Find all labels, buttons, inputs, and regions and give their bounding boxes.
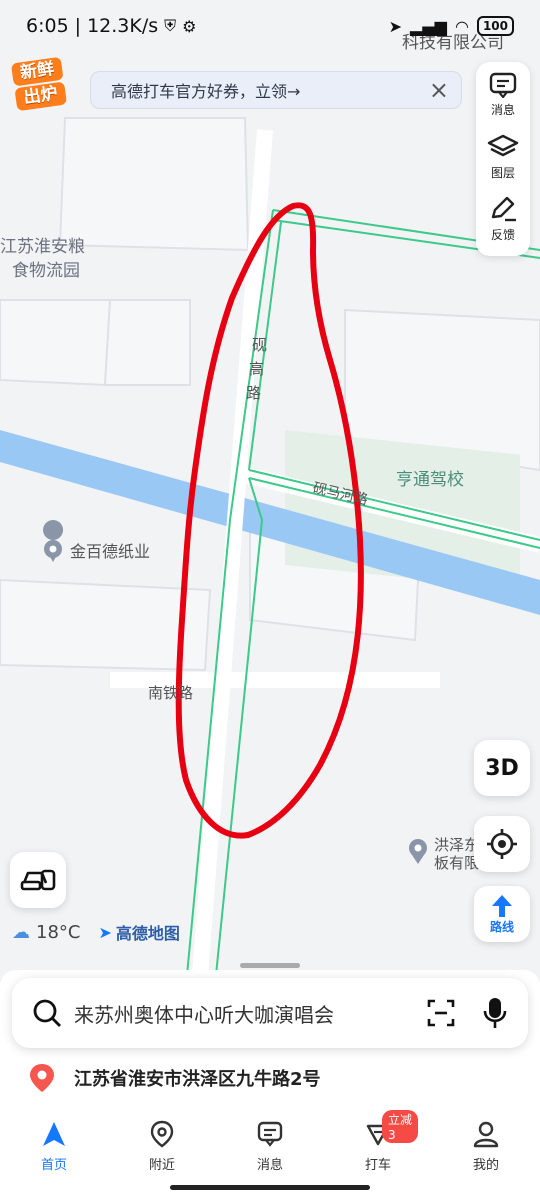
scan-icon[interactable]	[426, 998, 456, 1028]
message-label: 消息	[490, 103, 515, 117]
bottom-tab-bar: 首页 附近 消息 立减3 打车 我的	[0, 1110, 540, 1180]
layers-button[interactable]: 图层	[476, 133, 530, 194]
map-label-paper-company: 金百德纸业	[70, 542, 150, 561]
taxi-discount-badge: 立减3	[382, 1110, 418, 1143]
tab-profile[interactable]: 我的	[446, 1110, 526, 1180]
tab-messages[interactable]: 消息	[230, 1110, 310, 1180]
message-icon	[489, 72, 517, 98]
sheet-drag-handle[interactable]	[240, 963, 300, 968]
weather-cloud-icon: ☁	[12, 921, 30, 943]
map-label-warehouse-2: 食物流园	[12, 261, 80, 281]
map-label-poi-bottom-1: 洪泽东	[434, 836, 479, 854]
tab-nearby-label: 附近	[148, 1158, 175, 1173]
layers-icon	[487, 135, 519, 157]
tab-profile-label: 我的	[472, 1158, 499, 1173]
message-button[interactable]: 消息	[476, 72, 530, 133]
message-bubble-icon	[257, 1121, 283, 1147]
map-label-nanzhan-road: 南铁路	[148, 684, 193, 702]
microphone-icon[interactable]	[482, 996, 508, 1030]
tab-home-label: 首页	[40, 1158, 67, 1173]
status-bar: 6:05 | 12.3K/s ⛨ ⚙ ➤ ▂▄▆ ◠ 100	[0, 0, 540, 52]
coupon-banner-text: 高德打车官方好券，立领→	[111, 82, 301, 101]
tab-home[interactable]: 首页	[14, 1110, 94, 1180]
tab-messages-label: 消息	[256, 1158, 283, 1173]
crosshair-icon	[487, 829, 517, 859]
tab-taxi-label: 打车	[364, 1158, 391, 1173]
current-address-text: 江苏省淮安市洪泽区九牛路2号	[74, 1069, 321, 1090]
signal-icon: ▂▄▆	[410, 16, 447, 36]
user-icon	[473, 1121, 499, 1148]
map-label-driving-school: 亨通驾校	[396, 470, 464, 490]
close-icon[interactable]: ×	[429, 76, 449, 104]
status-time: 6:05	[26, 15, 69, 37]
navigation-arrow-icon	[43, 1122, 65, 1146]
location-arrow-icon: ➤	[388, 16, 403, 36]
weather-widget[interactable]: ☁ 18°C ➤ 高德地图	[12, 920, 180, 944]
amap-logo-icon: ➤	[98, 922, 112, 942]
home-indicator[interactable]	[170, 1185, 370, 1190]
amap-logo-text: 高德地图	[115, 924, 180, 943]
feedback-button[interactable]: 反馈	[476, 195, 530, 256]
tab-taxi[interactable]: 立减3 打车	[338, 1110, 418, 1180]
shield-icon: ⛨	[164, 16, 177, 35]
current-address-row[interactable]: 江苏省淮安市洪泽区九牛路2号	[28, 1062, 321, 1094]
map-tools-panel: 消息 图层 反馈	[476, 62, 530, 256]
map-label-poi-bottom-2: 板有限	[434, 854, 479, 872]
map-label-yangao-char-3: 路	[246, 384, 261, 402]
car-icon	[20, 869, 56, 891]
route-arrow-icon	[492, 894, 512, 917]
nearby-pin-icon	[150, 1120, 174, 1148]
car-mode-button[interactable]	[10, 852, 66, 908]
locate-me-button[interactable]	[474, 816, 530, 872]
weather-temp: 18°C	[36, 921, 81, 943]
feedback-label: 反馈	[490, 227, 515, 242]
3d-view-button[interactable]: 3D	[474, 740, 530, 796]
status-net-speed: 12.3K/s	[87, 15, 159, 37]
map-label-yangao-char-1: 砚	[252, 336, 267, 354]
map-label-yangao-char-2: 高	[249, 360, 264, 378]
wifi-icon: ◠	[454, 16, 469, 36]
edit-pencil-icon	[491, 196, 516, 221]
coupon-banner[interactable]: 高德打车官方好券，立领→ ×	[90, 71, 462, 109]
map-label-warehouse-1: 江苏淮安粮	[0, 237, 85, 257]
search-bar[interactable]: 来苏州奥体中心听大咖演唱会	[12, 978, 528, 1048]
layers-label: 图层	[490, 166, 515, 181]
status-divider: |	[74, 15, 82, 37]
route-label: 路线	[489, 919, 514, 934]
gear-icon: ⚙	[182, 16, 197, 36]
search-input[interactable]: 来苏州奥体中心听大咖演唱会	[74, 999, 426, 1028]
route-button[interactable]: 路线	[474, 886, 530, 942]
location-pin-icon	[30, 1064, 54, 1092]
search-icon	[33, 999, 61, 1027]
tab-nearby[interactable]: 附近	[122, 1110, 202, 1180]
amap-logo: ➤ 高德地图	[98, 920, 179, 944]
promo-badge[interactable]: 新鲜 出炉	[10, 56, 68, 112]
battery-indicator: 100	[476, 16, 514, 36]
